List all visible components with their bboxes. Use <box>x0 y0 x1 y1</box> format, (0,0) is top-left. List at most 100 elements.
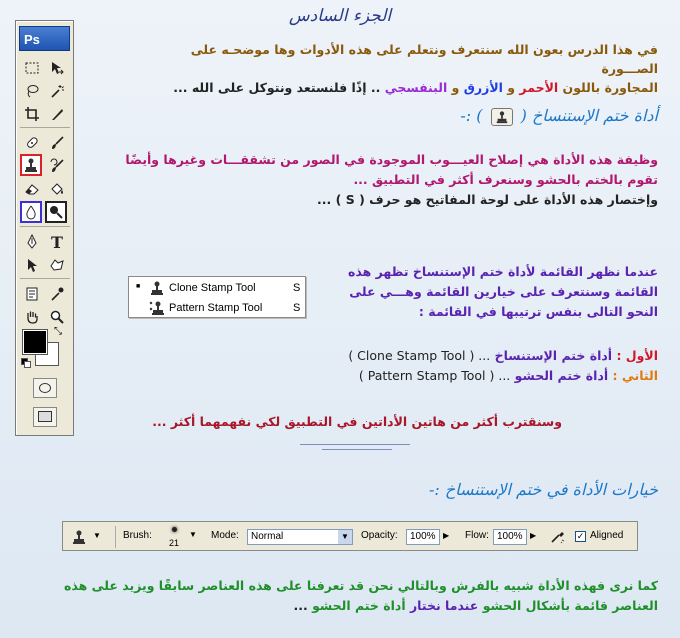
flyout-item-label: Pattern Stamp Tool <box>169 302 263 314</box>
final-paragraph: كما نرى فهذه الأداة شبيه بالفرش وبالتالي… <box>18 576 658 615</box>
intro-line-1: في هذا الدرس بعون الله سنتعرف ونتعلم على… <box>190 42 658 76</box>
tool-options-bar: ▼ Brush: 21 ▼ Mode: Normal ▼ Opacity: 10… <box>62 521 638 551</box>
mode-label: Mode: <box>211 530 239 541</box>
final-text: ... <box>293 598 308 613</box>
flyout-item-clone-stamp[interactable]: ■ Clone Stamp Tool S <box>129 278 305 298</box>
zoom-tool-icon[interactable] <box>46 306 68 328</box>
chevron-down-icon: ▼ <box>338 530 352 544</box>
order-english: ( Pattern Stamp Tool ) ... <box>358 368 511 383</box>
custom-shape-tool-icon[interactable] <box>46 254 68 276</box>
stamp-tool-flyout-menu: ■ Clone Stamp Tool S Pattern Stamp Tool … <box>128 276 306 318</box>
purple-word: البنفسجي <box>384 80 448 95</box>
opacity-input[interactable]: 100% <box>406 529 440 545</box>
order-item-first: الأول : أداة ختم الإستنساخ ( Clone Stamp… <box>298 346 658 365</box>
flow-value: 100% <box>497 531 523 542</box>
intro-line-2: المجاورة باللون الأحمر و الأزرق و البنفس… <box>138 78 658 97</box>
heading-text: أداة ختم الإستنساخ ( <box>520 106 658 125</box>
page-title: الجزء السادس <box>288 6 392 26</box>
toolbox-divider <box>20 127 70 128</box>
photoshop-toolbox: Ps T ⤡ <box>15 20 74 436</box>
screen-mode-button[interactable] <box>33 407 57 427</box>
red-word: الأحمر <box>519 80 559 95</box>
flow-input[interactable]: 100% <box>493 529 527 545</box>
swap-colors-icon[interactable]: ⤡ <box>54 326 62 337</box>
final-text: العناصر قائمة بأشكال الحشو <box>482 598 658 613</box>
clone-stamp-heading: أداة ختم الإستنساخ ( ) :- <box>460 106 658 126</box>
flow-slider-toggle-icon[interactable]: ▶ <box>530 531 536 540</box>
conjunction: و <box>451 80 460 95</box>
path-selection-tool-icon[interactable] <box>21 254 43 276</box>
slice-tool-icon[interactable] <box>46 103 68 125</box>
quick-mask-mode-button[interactable] <box>33 378 57 398</box>
foreground-color-swatch[interactable] <box>22 329 48 355</box>
menu-info-line-1: عندما نظهر القائمة لأداة ختم الإستنساخ ت… <box>348 264 658 279</box>
toolbar-separator <box>115 526 116 548</box>
opacity-label: Opacity: <box>361 530 398 541</box>
photoshop-logo: Ps <box>19 26 70 51</box>
brush-tool-icon[interactable] <box>46 132 68 154</box>
flyout-item-shortcut: S <box>293 302 301 314</box>
heading-text: ) :- <box>460 106 483 125</box>
move-tool-icon[interactable] <box>46 57 68 79</box>
clone-stamp-icon <box>73 530 85 544</box>
clone-stamp-icon <box>490 107 513 126</box>
notes-tool-icon[interactable] <box>21 283 43 305</box>
order-text: أداة ختم الإستنساخ <box>494 348 613 363</box>
order-label: الأول : <box>616 348 658 363</box>
hand-tool-icon[interactable] <box>21 306 43 328</box>
brush-tip-icon <box>172 527 177 532</box>
chevron-down-icon: ▼ <box>93 531 101 540</box>
blur-tool-icon[interactable] <box>20 201 42 223</box>
paint-bucket-tool-icon[interactable] <box>46 178 68 200</box>
section-divider <box>322 449 392 450</box>
brush-picker[interactable]: 21 ▼ <box>159 525 197 551</box>
airbrush-icon[interactable] <box>550 528 568 546</box>
final-line-2: العناصر قائمة بأشكال الحشو عندما نختار أ… <box>18 596 658 615</box>
brush-size: 21 <box>169 538 180 548</box>
desc-line-2: تقوم بالختم بالحشو وسنعرف أكثر في التطبي… <box>353 172 658 187</box>
desc-line-1: وظيفة هذه الأداة هي إصلاح العيـــوب المو… <box>125 152 658 167</box>
flyout-item-label: Clone Stamp Tool <box>169 282 256 294</box>
opacity-slider-toggle-icon[interactable]: ▶ <box>443 531 449 540</box>
options-heading: خيارات الأداة في ختم الإستنساخ :- <box>428 480 658 499</box>
crop-tool-icon[interactable] <box>21 103 43 125</box>
marquee-tool-icon[interactable] <box>21 57 43 79</box>
intro-closing: .. إذًا فلنستعد ونتوكل على الله ... <box>173 80 381 95</box>
eyedropper-tool-icon[interactable] <box>46 283 68 305</box>
type-tool-icon[interactable]: T <box>46 231 68 253</box>
order-text: أداة ختم الحشو <box>514 368 609 383</box>
pen-tool-icon[interactable] <box>21 231 43 253</box>
intro-paragraph: في هذا الدرس بعون الله سنتعرف ونتعلم على… <box>138 40 658 97</box>
pattern-stamp-icon <box>149 301 164 315</box>
clone-stamp-icon <box>151 281 163 295</box>
default-colors-icon[interactable] <box>21 358 31 368</box>
toolbox-divider <box>20 278 70 279</box>
active-bullet-icon: ■ <box>136 283 141 290</box>
flyout-item-pattern-stamp[interactable]: Pattern Stamp Tool S <box>129 298 305 318</box>
dodge-burn-tool-icon[interactable] <box>45 201 67 223</box>
history-brush-tool-icon[interactable] <box>46 155 68 177</box>
final-text: عندما نختار <box>409 598 479 613</box>
magic-wand-tool-icon[interactable] <box>46 80 68 102</box>
blend-mode-value: Normal <box>251 531 284 542</box>
blend-mode-select[interactable]: Normal ▼ <box>247 529 353 545</box>
tool-preset-picker[interactable]: ▼ <box>71 528 101 546</box>
toolbox-divider <box>20 226 70 227</box>
clone-stamp-description: وظيفة هذه الأداة هي إصلاح العيـــوب المو… <box>68 150 658 209</box>
final-text: أداة ختم الحشو <box>312 598 406 613</box>
eraser-tool-icon[interactable] <box>21 178 43 200</box>
aligned-checkbox[interactable]: ✓ <box>575 531 586 542</box>
final-line-1: كما نرى فهذه الأداة شبيه بالفرش وبالتالي… <box>64 578 658 593</box>
flyout-item-shortcut: S <box>293 282 301 294</box>
order-label: الثاني : <box>612 368 658 383</box>
stamp-tools-order: الأول : أداة ختم الإستنساخ ( Clone Stamp… <box>298 346 658 385</box>
conjunction: و <box>507 80 516 95</box>
healing-brush-tool-icon[interactable] <box>21 132 43 154</box>
order-item-second: الثاني : أداة ختم الحشو ( Pattern Stamp … <box>298 366 658 385</box>
aligned-label: Aligned <box>590 530 624 541</box>
clone-stamp-tool-icon[interactable] <box>20 154 42 176</box>
chevron-down-icon: ▼ <box>189 530 197 539</box>
lasso-tool-icon[interactable] <box>21 80 43 102</box>
menu-info-line-2: القائمة وسنتعرف على خيارين القائمة وهـــ… <box>349 284 658 299</box>
desc-line-3: وإختصار هذه الأداة على لوحة المفاتيح هو … <box>317 192 658 207</box>
